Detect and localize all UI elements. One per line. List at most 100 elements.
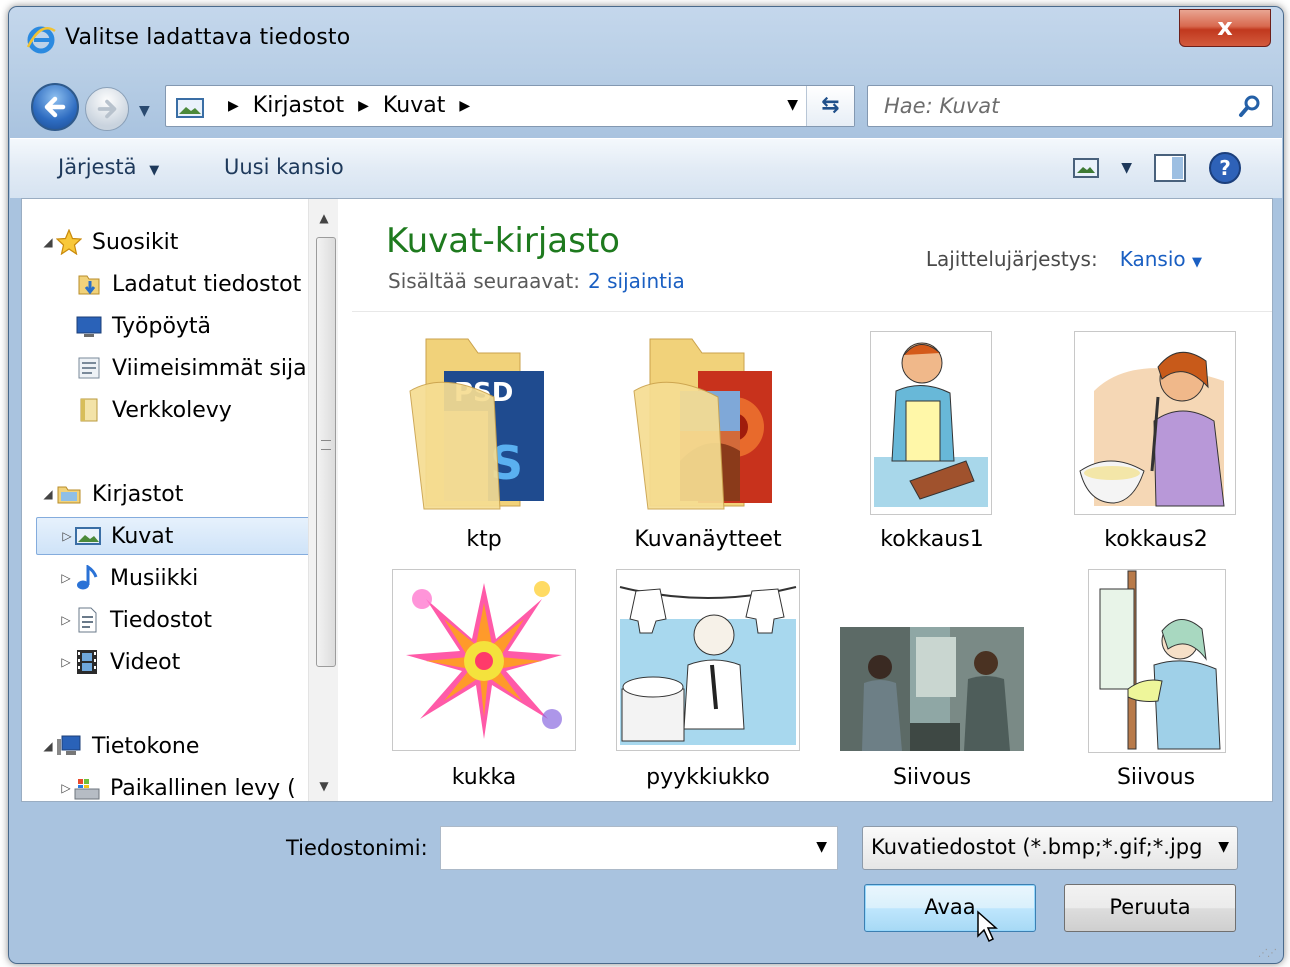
sort-value: Kansio <box>1119 247 1186 271</box>
computer-icon <box>57 735 81 755</box>
address-dropdown-icon[interactable]: ▼ <box>787 97 798 113</box>
back-button[interactable] <box>31 83 79 131</box>
divider <box>352 311 1272 312</box>
open-button-label: Avaa <box>924 895 976 919</box>
chevron-right-icon[interactable]: ▶ <box>459 98 470 114</box>
nav-group-computer[interactable]: ◢ Tietokone <box>40 727 338 765</box>
pictures-library-icon <box>176 98 204 118</box>
breadcrumb-item-pictures[interactable]: Kuvat <box>383 93 445 118</box>
file-item-kukka[interactable]: kukka <box>384 569 584 799</box>
file-name: Siivous <box>892 765 972 790</box>
view-options-dropdown-icon[interactable]: ▼ <box>1121 160 1132 176</box>
expanded-triangle-icon[interactable]: ◢ <box>40 739 56 753</box>
new-folder-button[interactable]: Uusi kansio <box>224 155 344 179</box>
title-bar: Valitse ladattava tiedosto x <box>9 7 1283 71</box>
desktop-icon <box>76 316 102 337</box>
scroll-up-arrow-icon[interactable]: ▲ <box>309 211 338 225</box>
nav-label: Ladatut tiedostot <box>112 271 302 297</box>
nav-label: Viimeisimmät sijainnit <box>112 355 338 381</box>
folder-thumbnail-icon: PSD S <box>409 338 544 510</box>
expanded-triangle-icon[interactable]: ◢ <box>40 235 56 249</box>
resize-grip-icon[interactable]: ⋰⋰ <box>1258 948 1277 959</box>
nav-item-recent-places[interactable]: Viimeisimmät sijainnit <box>76 349 338 387</box>
file-name: ktp <box>466 527 502 552</box>
film-strip-icon <box>77 650 97 674</box>
nav-label: Tietokone <box>92 733 200 759</box>
collapsed-triangle-icon[interactable]: ▷ <box>58 655 74 669</box>
scrollbar-thumb[interactable] <box>316 237 336 667</box>
file-item-siivous-clipart[interactable]: Siivous <box>1056 569 1256 799</box>
nav-item-network-drive[interactable]: Verkkolevy <box>76 391 338 429</box>
forward-button[interactable] <box>85 87 129 131</box>
command-toolbar: Järjestä ▼ Uusi kansio ▼ ? <box>10 138 1282 198</box>
nav-item-music[interactable]: ▷ Musiikki <box>58 559 338 597</box>
documents-icon <box>78 607 97 633</box>
nav-item-local-disk[interactable]: ▷ Paikallinen levy ( <box>58 769 338 801</box>
organize-button[interactable]: Järjestä ▼ <box>58 155 159 179</box>
grip-lines-icon <box>321 440 331 450</box>
file-type-filter-select[interactable]: Kuvatiedostot (*.bmp;*.gif;*.jpg ▼ <box>862 826 1238 870</box>
address-bar[interactable]: ▶ Kirjastot ▶ Kuvat ▶ ▼ ⇆ <box>165 85 855 127</box>
filename-input[interactable]: ▼ <box>440 826 838 870</box>
breadcrumb-item-libraries[interactable]: Kirjastot <box>253 93 344 118</box>
chevron-right-icon[interactable]: ▶ <box>228 98 239 114</box>
help-icon[interactable]: ? <box>1208 151 1242 185</box>
filename-label: Tiedostonimi: <box>286 836 428 860</box>
nav-label: Kirjastot <box>92 481 184 507</box>
view-controls: ▼ ? <box>1073 151 1242 185</box>
collapsed-triangle-icon[interactable]: ▷ <box>58 571 74 585</box>
nav-item-documents[interactable]: ▷ Tiedostot <box>58 601 338 639</box>
nav-label: Videot <box>110 649 181 675</box>
file-item-ktp[interactable]: PSD S ktp <box>384 331 584 561</box>
recent-pages-dropdown-icon[interactable]: ▼ <box>139 103 150 119</box>
library-includes: Sisältää seuraavat: 2 sijaintia <box>388 269 685 293</box>
scroll-down-arrow-icon[interactable]: ▼ <box>309 779 338 793</box>
window-title: Valitse ladattava tiedosto <box>65 25 351 50</box>
arrow-left-icon <box>44 96 66 118</box>
nav-group-favorites[interactable]: ◢ Suosikit <box>40 223 338 261</box>
navigation-bar: ▼ ▶ Kirjastot ▶ Kuvat ▶ ▼ ⇆ Hae: Kuvat <box>9 75 1283 135</box>
nav-item-desktop[interactable]: Työpöytä <box>76 307 338 345</box>
nav-label: Kuvat <box>111 523 174 549</box>
close-button[interactable]: x <box>1179 9 1271 47</box>
svg-text:?: ? <box>1219 156 1231 180</box>
expanded-triangle-icon[interactable]: ◢ <box>40 487 56 501</box>
collapsed-triangle-icon[interactable]: ▷ <box>58 613 74 627</box>
file-item-sample-pictures[interactable]: Kuvanäytteet <box>608 331 808 561</box>
search-placeholder: Hae: Kuvat <box>884 94 1000 118</box>
sort-dropdown[interactable]: Kansio ▼ <box>1120 247 1202 271</box>
open-button[interactable]: Avaa <box>864 884 1036 932</box>
libraries-icon <box>57 486 81 504</box>
nav-item-pictures[interactable]: ▷ Kuvat <box>36 517 312 555</box>
nav-item-videos[interactable]: ▷ Videot <box>58 643 338 681</box>
file-item-kokkaus2[interactable]: kokkaus2 <box>1056 331 1256 561</box>
navigation-pane-scrollbar[interactable]: ▲ ▼ <box>308 199 338 801</box>
laundry-man-clipart-image <box>616 569 800 751</box>
arrange-by: Lajittelujärjestys: Kansio ▼ <box>926 247 1202 271</box>
chevron-down-icon: ▼ <box>1218 839 1229 855</box>
refresh-button[interactable]: ⇆ <box>806 86 854 126</box>
collapsed-triangle-icon[interactable]: ▷ <box>59 529 75 543</box>
nav-group-libraries[interactable]: ◢ Kirjastot <box>40 475 338 513</box>
collapsed-triangle-icon[interactable]: ▷ <box>58 781 74 795</box>
arrow-right-icon <box>97 99 117 119</box>
file-item-siivous-photo[interactable]: Siivous <box>832 569 1032 799</box>
change-view-icon[interactable] <box>1073 158 1100 178</box>
dialog-footer: Tiedostonimi: ▼ Kuvatiedostot (*.bmp;*.g… <box>10 804 1282 963</box>
filename-history-dropdown-icon[interactable]: ▼ <box>816 839 827 855</box>
content-area: ◢ Suosikit Ladatut tiedostot Työpöytä Vi… <box>21 198 1273 802</box>
search-icon[interactable] <box>1238 94 1262 118</box>
nav-item-downloads[interactable]: Ladatut tiedostot <box>76 265 338 303</box>
preview-pane-icon[interactable] <box>1154 154 1186 182</box>
chevron-right-icon[interactable]: ▶ <box>358 98 369 114</box>
pictures-library-icon <box>75 527 101 545</box>
downloads-folder-icon <box>78 275 100 295</box>
file-item-kokkaus1[interactable]: kokkaus1 <box>832 331 1032 561</box>
sort-label: Lajittelujärjestys: <box>925 247 1098 271</box>
search-box[interactable]: Hae: Kuvat <box>867 85 1273 127</box>
window-cleaning-clipart-image <box>1088 569 1226 753</box>
local-disk-icon <box>74 779 100 800</box>
locations-link[interactable]: 2 sijaintia <box>588 269 685 293</box>
cancel-button[interactable]: Peruuta <box>1064 884 1236 932</box>
file-item-pyykkiukko[interactable]: pyykkiukko <box>608 569 808 799</box>
